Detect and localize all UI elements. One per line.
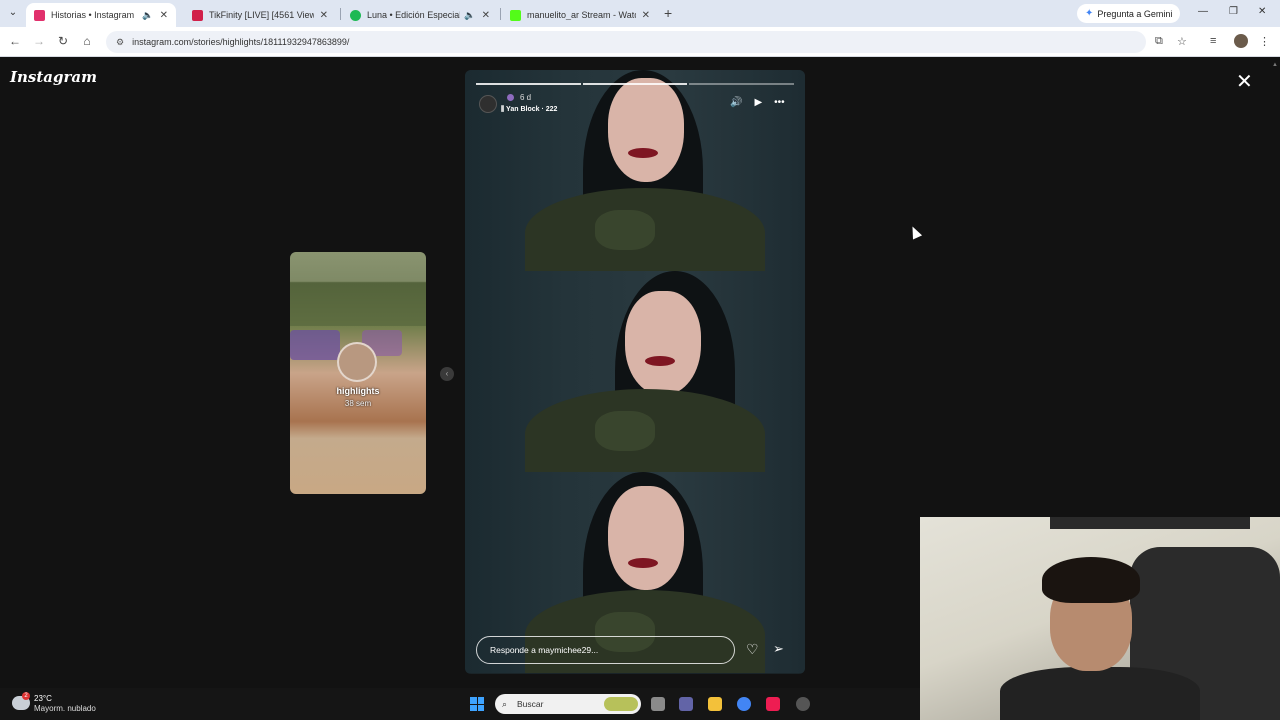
- ask-gemini-button[interactable]: ✦ Pregunta a Gemini: [1077, 4, 1181, 23]
- previous-story-name: highlights: [336, 386, 380, 396]
- profile-avatar[interactable]: [1234, 34, 1248, 48]
- story-timestamp: 6 d: [520, 93, 532, 102]
- photo-detail: [628, 148, 658, 158]
- kebab-menu-icon[interactable]: ⋮: [1259, 35, 1270, 48]
- webcam-detail: [1050, 517, 1250, 529]
- search-placeholder: Buscar: [517, 699, 544, 709]
- media-controls-icon[interactable]: ≡: [1210, 35, 1216, 47]
- address-bar[interactable]: ⚙ instagram.com/stories/highlights/18111…: [106, 31, 1146, 53]
- close-tab-icon[interactable]: ✕: [482, 10, 490, 21]
- photo-detail: [595, 411, 655, 451]
- tab-instagram[interactable]: Historias • Instagram 🔈 ✕: [26, 3, 176, 27]
- previous-story-time: 38 sem: [344, 399, 372, 408]
- story-reply-input[interactable]: Responde a maymichee29...: [476, 636, 735, 664]
- photo-detail: [625, 291, 701, 395]
- windows-taskbar: [0, 688, 920, 720]
- close-tab-icon[interactable]: ✕: [160, 10, 168, 21]
- chrome-icon[interactable]: [737, 697, 751, 711]
- scroll-up-arrow-icon[interactable]: ▲: [1272, 62, 1278, 68]
- instagram-logo[interactable]: Instagram: [10, 68, 97, 86]
- previous-story-avatar: [337, 342, 377, 382]
- tiktok-icon[interactable]: [766, 697, 780, 711]
- story-photo-panel: [465, 271, 805, 472]
- kick-favicon-icon: [510, 9, 521, 21]
- tab-title: Luna • Edición Especial: [367, 10, 461, 20]
- restore-icon[interactable]: ❐: [1229, 6, 1238, 17]
- tab-spotify[interactable]: Luna • Edición Especial 🔈 ✕: [342, 3, 498, 27]
- reload-icon[interactable]: ↻: [55, 34, 71, 48]
- tab-separator: [340, 8, 341, 20]
- webcam-overlay: [920, 517, 1280, 720]
- weather-alert-badge: 2: [22, 692, 30, 700]
- spotify-favicon-icon: [350, 9, 361, 21]
- like-heart-icon[interactable]: ♡: [746, 641, 759, 658]
- browser-toolbar: ← → ↻ ⌂ ⚙ instagram.com/stories/highligh…: [0, 27, 1280, 57]
- close-tab-icon[interactable]: ✕: [320, 10, 328, 21]
- mouse-cursor-icon: [907, 224, 923, 240]
- photo-detail: [595, 210, 655, 250]
- taskbar-search-input[interactable]: ⌕ Buscar: [495, 694, 641, 714]
- windows-start-icon[interactable]: [470, 697, 484, 711]
- story-thumbnail-image: [290, 282, 426, 326]
- install-app-icon[interactable]: ⧉: [1155, 35, 1163, 48]
- story-controls: 🔊 ▶ •••: [730, 97, 785, 108]
- bookmark-star-icon[interactable]: ☆: [1177, 35, 1187, 48]
- previous-story-card[interactable]: highlights 38 sem: [290, 252, 426, 494]
- story-progress-bar: [476, 83, 795, 85]
- more-options-icon[interactable]: •••: [774, 97, 785, 108]
- instagram-favicon-icon: [34, 9, 45, 21]
- gemini-sparkle-icon: ✦: [1085, 8, 1094, 19]
- home-icon[interactable]: ⌂: [79, 34, 95, 48]
- close-tab-icon[interactable]: ✕: [642, 10, 650, 21]
- tab-title: manuelito_ar Stream - Watch L: [527, 10, 636, 20]
- site-info-icon[interactable]: ⚙: [116, 37, 124, 48]
- webcam-detail: [1042, 557, 1140, 603]
- url-text: instagram.com/stories/highlights/1811193…: [132, 37, 350, 47]
- obs-icon[interactable]: [796, 697, 810, 711]
- tab-title: Historias • Instagram: [51, 10, 135, 20]
- close-window-icon[interactable]: ✕: [1258, 6, 1266, 17]
- author-badge-icon: [507, 94, 514, 101]
- new-tab-plus-icon[interactable]: +: [664, 5, 672, 21]
- previous-story-chevron-icon[interactable]: ‹: [440, 367, 454, 381]
- progress-segment: [476, 83, 581, 85]
- photo-detail: [628, 558, 658, 568]
- tab-separator: [500, 8, 501, 20]
- photo-detail: [645, 356, 675, 366]
- tikfinity-favicon-icon: [192, 9, 203, 21]
- play-icon[interactable]: ▶: [754, 97, 762, 108]
- speaker-icon[interactable]: 🔈: [142, 10, 153, 21]
- photo-detail: [608, 78, 684, 182]
- close-stories-icon[interactable]: ✕: [1236, 72, 1253, 92]
- browser-tab-bar: ⌄ Historias • Instagram 🔈 ✕ TikFinity [L…: [0, 0, 1280, 27]
- task-view-icon[interactable]: [651, 697, 665, 711]
- story-music-label[interactable]: ⫼ Yan Block · 222: [501, 106, 557, 114]
- progress-segment: [689, 83, 795, 85]
- minimize-icon[interactable]: —: [1198, 6, 1208, 17]
- speaker-icon[interactable]: 🔈: [464, 10, 475, 21]
- weather-description[interactable]: Mayorm. nublado: [34, 704, 96, 713]
- tab-title: TikFinity [LIVE] [4561 Viewers]: [209, 10, 314, 20]
- photo-detail: [608, 486, 684, 590]
- file-explorer-icon[interactable]: [708, 697, 722, 711]
- tab-tikfinity[interactable]: TikFinity [LIVE] [4561 Viewers] ✕: [184, 3, 336, 27]
- tab-search-chevron-icon[interactable]: ⌄: [6, 6, 20, 20]
- search-icon: ⌕: [502, 699, 508, 709]
- weather-temperature[interactable]: 23°C: [34, 694, 52, 703]
- webcam-detail: [1000, 667, 1200, 720]
- back-arrow-icon[interactable]: ←: [7, 34, 23, 48]
- volume-icon[interactable]: 🔊: [730, 97, 742, 108]
- forward-arrow-icon[interactable]: →: [31, 34, 47, 48]
- search-highlight-image: [604, 697, 638, 711]
- thumbnail-detail: [290, 330, 340, 360]
- send-message-icon[interactable]: ➢: [773, 641, 784, 657]
- story-viewer[interactable]: 6 d ⫼ Yan Block · 222 🔊 ▶ ••• Responde a…: [465, 70, 805, 674]
- gemini-label: Pregunta a Gemini: [1097, 8, 1173, 19]
- tab-kick[interactable]: manuelito_ar Stream - Watch L ✕: [502, 3, 658, 27]
- story-author-avatar[interactable]: [479, 95, 497, 113]
- progress-segment: [582, 83, 688, 85]
- music-text: Yan Block · 222: [506, 106, 558, 113]
- teams-icon[interactable]: [679, 697, 693, 711]
